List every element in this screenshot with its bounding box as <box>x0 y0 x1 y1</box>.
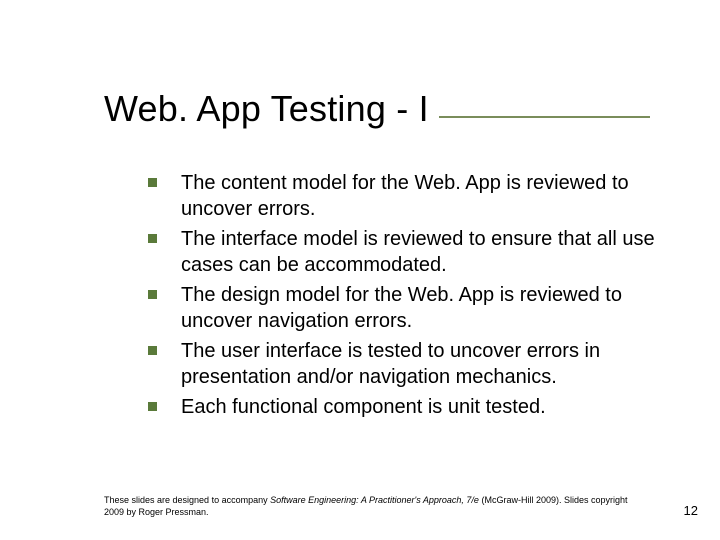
list-item: The content model for the Web. App is re… <box>148 170 660 222</box>
page-number: 12 <box>684 503 698 518</box>
square-bullet-icon <box>148 178 157 187</box>
list-item-text: The content model for the Web. App is re… <box>181 170 660 222</box>
square-bullet-icon <box>148 346 157 355</box>
list-item-text: The design model for the Web. App is rev… <box>181 282 660 334</box>
footer-italic: Software Engineering: A Practitioner's A… <box>270 495 479 505</box>
slide: Web. App Testing - I The content model f… <box>0 0 720 540</box>
footer-pre: These slides are designed to accompany <box>104 495 270 505</box>
list-item: The interface model is reviewed to ensur… <box>148 226 660 278</box>
square-bullet-icon <box>148 290 157 299</box>
list-item: The design model for the Web. App is rev… <box>148 282 660 334</box>
footer-text: These slides are designed to accompany S… <box>104 494 650 518</box>
slide-title: Web. App Testing - I <box>104 88 429 130</box>
list-item-text: The user interface is tested to uncover … <box>181 338 660 390</box>
list-item: Each functional component is unit tested… <box>148 394 660 420</box>
title-rule <box>439 116 650 118</box>
list-item-text: Each functional component is unit tested… <box>181 394 546 420</box>
square-bullet-icon <box>148 234 157 243</box>
list-item: The user interface is tested to uncover … <box>148 338 660 390</box>
title-row: Web. App Testing - I <box>104 88 680 130</box>
square-bullet-icon <box>148 402 157 411</box>
slide-body: The content model for the Web. App is re… <box>148 170 660 424</box>
list-item-text: The interface model is reviewed to ensur… <box>181 226 660 278</box>
